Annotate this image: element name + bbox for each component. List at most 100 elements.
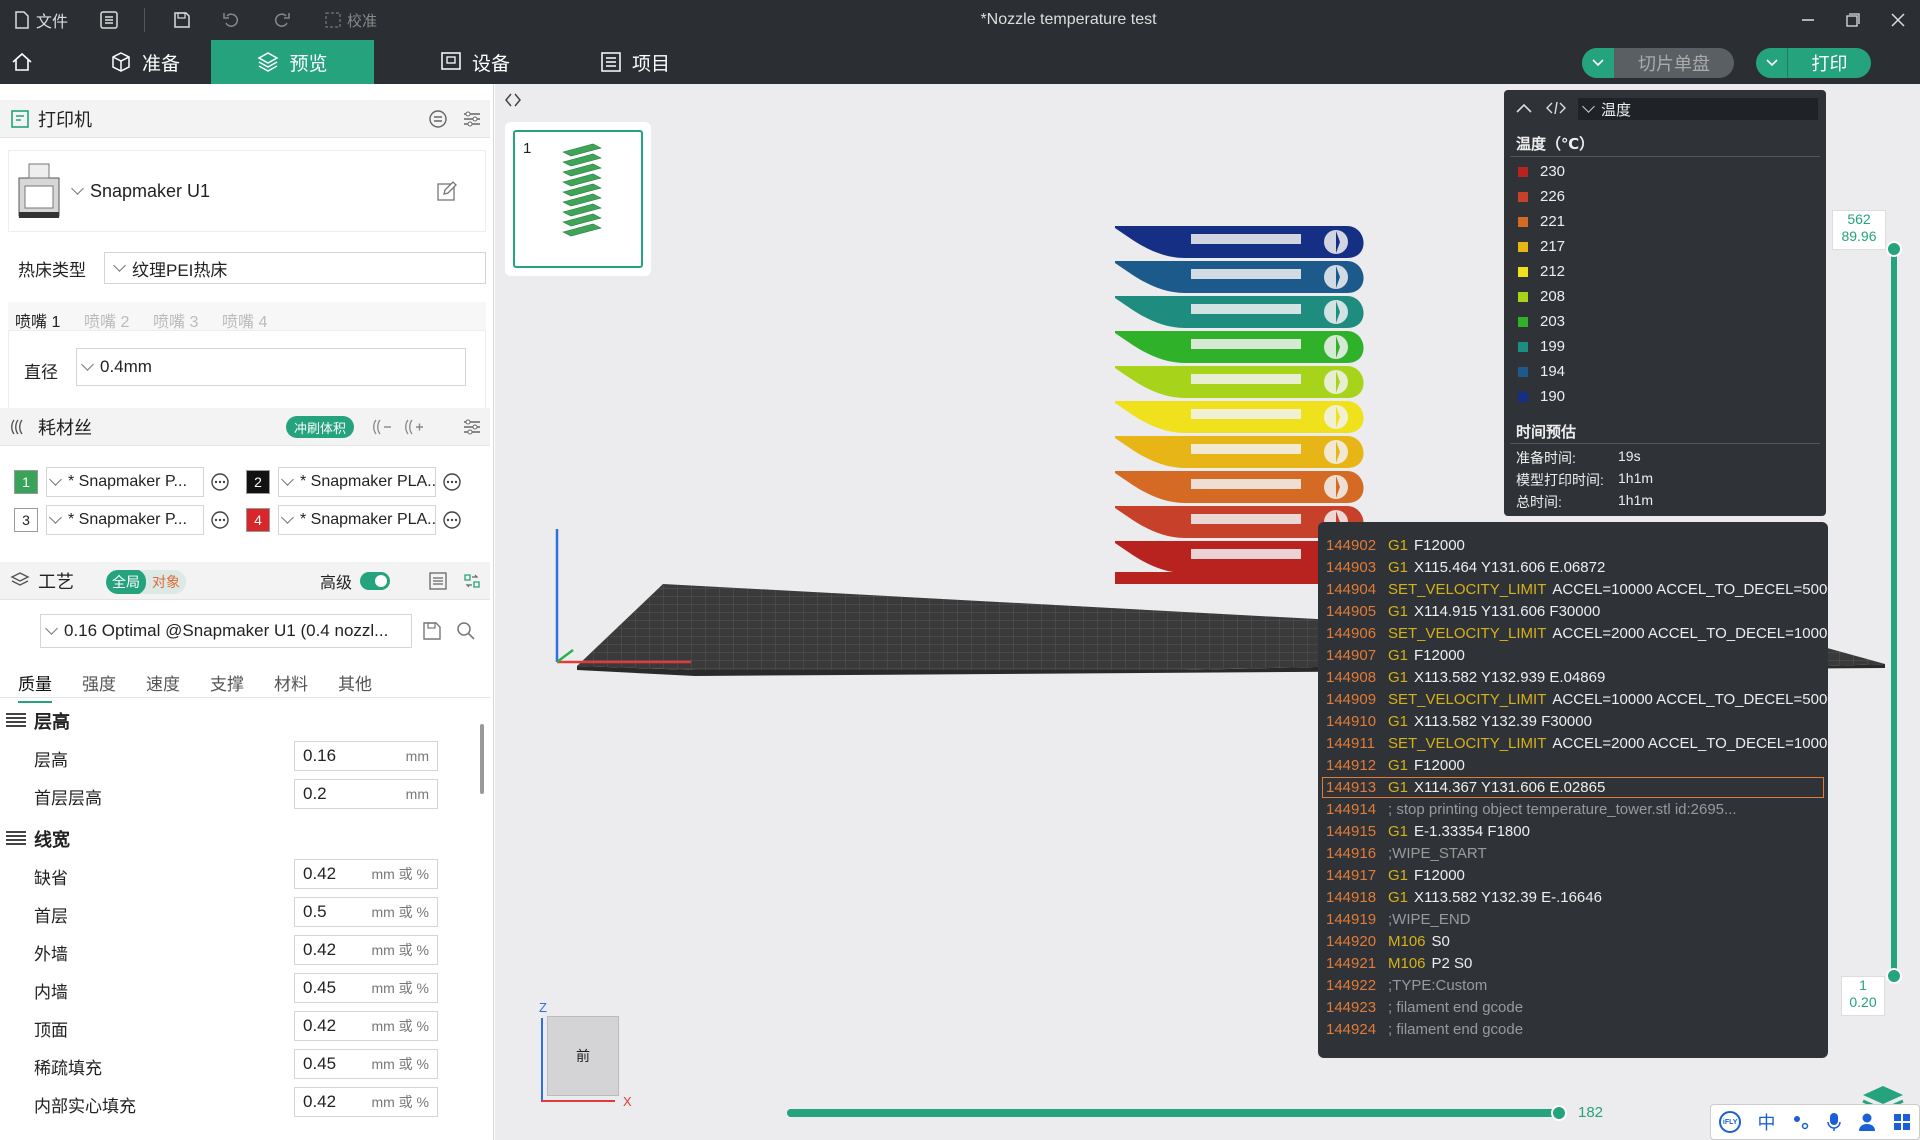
file-menu[interactable]: 文件: [14, 0, 68, 40]
tab-nozzle-1[interactable]: 喷嘴 1: [15, 308, 60, 332]
tab-device[interactable]: 设备: [410, 40, 540, 84]
filament-slot-swatch[interactable]: 3: [14, 508, 38, 532]
gcode-line[interactable]: 144923 ; filament end gcode: [1326, 999, 1523, 1016]
edit-icon[interactable]: [437, 181, 457, 201]
filament-slot-select[interactable]: * Snapmaker PLA...: [278, 467, 436, 497]
print-button[interactable]: 打印: [1756, 48, 1871, 78]
process-tab[interactable]: 支撑: [210, 670, 244, 695]
gcode-viewer[interactable]: 144902 G1 F12000 144903 G1 X115.464 Y131.606 …: [1318, 522, 1828, 1058]
calibrate-menu[interactable]: 校准: [325, 0, 377, 40]
view-mode-select[interactable]: 温度: [1578, 98, 1818, 120]
scope-global[interactable]: 全局: [106, 570, 146, 594]
filament-slot-swatch[interactable]: 4: [246, 508, 270, 532]
gcode-line[interactable]: 144906 SET_VELOCITY_LIMIT ACCEL=2000 ACCEL…: [1326, 625, 1827, 642]
punctuation-icon[interactable]: [1792, 1113, 1810, 1131]
add-filament-icon[interactable]: [372, 417, 392, 437]
setting-value-input[interactable]: 0.42 mm 或 %: [294, 935, 438, 965]
more-options-icon[interactable]: [210, 472, 230, 492]
remove-filament-icon[interactable]: [404, 417, 424, 437]
menu-button[interactable]: [100, 0, 118, 40]
save-button[interactable]: [173, 0, 191, 40]
filament-slot-swatch[interactable]: 1: [14, 470, 38, 494]
setting-value-input[interactable]: 0.45 mm 或 %: [294, 973, 438, 1003]
setting-value-input[interactable]: 0.2 mm: [294, 779, 438, 809]
settings-sliders-icon[interactable]: [462, 109, 482, 129]
setting-value-input[interactable]: 0.42 mm 或 %: [294, 859, 438, 889]
chevron-up-icon[interactable]: [1516, 102, 1532, 114]
gcode-line[interactable]: 144915 G1 E-1.33354 F1800: [1326, 823, 1530, 840]
gcode-line[interactable]: 144903 G1 X115.464 Y131.606 E.06872: [1326, 559, 1605, 576]
gcode-line[interactable]: 144920 M106 S0: [1326, 933, 1450, 950]
home-button[interactable]: [0, 40, 44, 84]
gcode-line[interactable]: 144919 ;WIPE_END: [1326, 911, 1471, 928]
gcode-line[interactable]: 144911 SET_VELOCITY_LIMIT ACCEL=2000 ACCEL…: [1326, 735, 1827, 752]
more-options-icon[interactable]: [442, 510, 462, 530]
process-tab[interactable]: 强度: [82, 670, 116, 695]
view-cube[interactable]: Z 前 X: [539, 1000, 632, 1109]
scope-object[interactable]: 对象: [146, 570, 186, 594]
minimize-button[interactable]: [1801, 0, 1815, 40]
code-icon[interactable]: [1546, 101, 1566, 115]
save-preset-icon[interactable]: [422, 621, 442, 641]
more-options-icon[interactable]: [442, 472, 462, 492]
gcode-line[interactable]: 144916 ;WIPE_START: [1326, 845, 1487, 862]
tab-nozzle-3[interactable]: 喷嘴 3: [153, 308, 198, 332]
process-tab[interactable]: 材料: [274, 670, 308, 695]
list-icon[interactable]: [428, 571, 448, 591]
scope-toggle[interactable]: 全局 对象: [106, 570, 186, 594]
filament-slot-select[interactable]: * Snapmaker PLA...: [278, 505, 436, 535]
tab-nozzle-2[interactable]: 喷嘴 2: [84, 308, 129, 332]
gcode-line[interactable]: 144917 G1 F12000: [1326, 867, 1465, 884]
ime-language[interactable]: 中: [1757, 1109, 1775, 1135]
setting-value-input[interactable]: 0.45 mm 或 %: [294, 1049, 438, 1079]
gcode-line[interactable]: 144914 ; stop printing object temperature…: [1326, 801, 1737, 818]
layer-slider-track[interactable]: [1891, 248, 1897, 978]
gcode-line[interactable]: 144907 G1 F12000: [1326, 647, 1465, 664]
tab-nozzle-4[interactable]: 喷嘴 4: [222, 308, 267, 332]
restore-button[interactable]: [1846, 0, 1860, 40]
process-tab[interactable]: 其他: [338, 670, 372, 695]
undo-button[interactable]: [222, 0, 240, 40]
gcode-line[interactable]: 144904 SET_VELOCITY_LIMIT ACCEL=10000 ACCE…: [1326, 581, 1828, 598]
filament-slot-select[interactable]: * Snapmaker P...: [46, 505, 204, 535]
print-dropdown[interactable]: [1756, 48, 1788, 78]
gcode-line[interactable]: 144909 SET_VELOCITY_LIMIT ACCEL=10000 ACCE…: [1326, 691, 1828, 708]
redo-button[interactable]: [273, 0, 291, 40]
grid-apps-icon[interactable]: [1893, 1113, 1911, 1131]
advanced-toggle[interactable]: [360, 572, 390, 590]
gcode-line[interactable]: 144921 M106 P2 S0: [1326, 955, 1472, 972]
more-options-icon[interactable]: [210, 510, 230, 530]
process-tab[interactable]: 质量: [18, 670, 52, 703]
diameter-select[interactable]: 0.4mm: [76, 348, 466, 386]
close-window-button[interactable]: [1891, 0, 1905, 40]
gcode-line[interactable]: 144913 G1 X114.367 Y131.606 E.02865: [1326, 779, 1605, 796]
slice-dropdown[interactable]: [1582, 48, 1614, 78]
bed-type-select[interactable]: 纹理PEI热床: [104, 252, 486, 284]
printer-card[interactable]: Snapmaker U1: [8, 150, 486, 232]
setting-value-input[interactable]: 0.42 mm 或 %: [294, 1011, 438, 1041]
ifly-logo[interactable]: iFLY: [1719, 1111, 1742, 1133]
layer-top-handle[interactable]: [1886, 241, 1902, 257]
filament-slot-select[interactable]: * Snapmaker P...: [46, 467, 204, 497]
tab-project[interactable]: 项目: [570, 40, 700, 84]
scrollbar-thumb[interactable]: [480, 724, 484, 794]
process-profile-select[interactable]: 0.16 Optimal @Snapmaker U1 (0.4 nozzl...: [40, 614, 412, 648]
filament-slot-swatch[interactable]: 2: [246, 470, 270, 494]
gcode-line[interactable]: 144910 G1 X113.582 Y132.39 F30000: [1326, 713, 1592, 730]
tab-preview[interactable]: 预览: [211, 40, 374, 84]
flush-volume-button[interactable]: 冲刷体积: [286, 416, 355, 438]
gcode-line[interactable]: 144905 G1 X114.915 Y131.606 F30000: [1326, 603, 1600, 620]
setting-value-input[interactable]: 0.5 mm 或 %: [294, 897, 438, 927]
sync-icon[interactable]: [428, 109, 448, 129]
microphone-icon[interactable]: [1826, 1112, 1842, 1132]
tab-prepare[interactable]: 准备: [80, 40, 210, 84]
gcode-line[interactable]: 144918 G1 X113.582 Y132.39 E-.16646: [1326, 889, 1602, 906]
process-tab[interactable]: 速度: [146, 670, 180, 695]
move-slider-track[interactable]: [787, 1109, 1559, 1117]
settings-sliders-icon[interactable]: [462, 417, 482, 437]
slice-button[interactable]: 切片单盘: [1582, 48, 1734, 78]
cube-front-face[interactable]: 前: [547, 1016, 619, 1096]
search-icon[interactable]: [456, 621, 476, 641]
gcode-line[interactable]: 144908 G1 X113.582 Y132.939 E.04869: [1326, 669, 1605, 686]
user-icon[interactable]: [1858, 1112, 1876, 1132]
